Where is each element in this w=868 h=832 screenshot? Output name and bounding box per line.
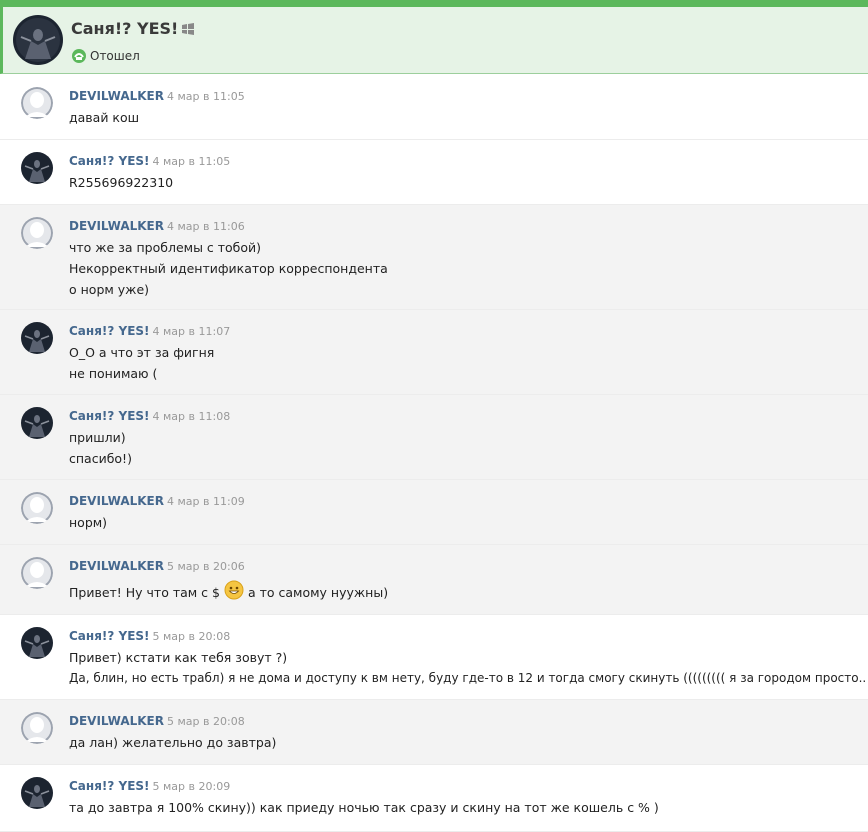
message-text: Некорректный идентификатор корреспондент… (69, 261, 388, 276)
message-author[interactable]: DEVILWALKER 4 мар в 11:05 (69, 89, 245, 103)
message-text: давай кош (69, 110, 140, 125)
message-time: 4 мар в 11:09 (167, 495, 245, 508)
chat-header: Саня!? YES! Отошел (0, 7, 868, 74)
message: Саня!? YES! 4 мар в 11:07 О_О а что эт за… (0, 310, 868, 395)
message: DEVILWALKER 4 мар в 11:06 что же за пробл… (0, 205, 868, 310)
message: Саня!? YES! 5 мар в 20:09 та до завтра я … (0, 765, 868, 832)
away-icon (71, 48, 87, 64)
message-text: о норм уже) (69, 282, 150, 297)
message-text: О_О а что эт за фигня (69, 345, 215, 360)
message-text: не понимаю ( (69, 366, 158, 381)
avatar[interactable] (21, 407, 53, 439)
message-author[interactable]: Саня!? YES! 5 мар в 20:08 (69, 629, 230, 643)
message-text: Привет) кстати как тебя зовут ?) (69, 650, 288, 665)
smile-emoji-icon (224, 580, 244, 600)
message-time: 5 мар в 20:06 (167, 560, 245, 573)
avatar[interactable] (13, 15, 63, 65)
message-author[interactable]: DEVILWALKER 4 мар в 11:06 (69, 219, 245, 233)
message-author[interactable]: Саня!? YES! 4 мар в 11:08 (69, 409, 230, 423)
message: DEVILWALKER 5 мар в 20:08 да лан) желател… (0, 700, 868, 765)
avatar[interactable] (21, 777, 53, 809)
message-time: 5 мар в 20:08 (167, 715, 245, 728)
message-author[interactable]: Саня!? YES! 4 мар в 11:07 (69, 324, 230, 338)
message-time: 4 мар в 11:05 (167, 90, 245, 103)
message-text: норм) (69, 515, 108, 530)
message-time: 4 мар в 11:07 (152, 325, 231, 338)
message-text: пришли) (69, 430, 126, 445)
message-time: 5 мар в 20:09 (152, 780, 231, 793)
message: Саня!? YES! 4 мар в 11:08 пришли) спасибо… (0, 395, 868, 480)
message-author[interactable]: Саня!? YES! 4 мар в 11:05 (69, 154, 230, 168)
message-author[interactable]: DEVILWALKER 5 мар в 20:08 (69, 714, 245, 728)
message-text: спасибо!) (69, 451, 132, 466)
message-author[interactable]: DEVILWALKER 5 мар в 20:06 (69, 559, 245, 573)
avatar[interactable] (21, 492, 53, 524)
message-text: что же за проблемы с тобой) (69, 240, 262, 255)
message-text: та до завтра я 100% скину)) как приеду н… (69, 800, 659, 815)
avatar[interactable] (21, 627, 53, 659)
message-text: Да, блин, но есть трабл) я не дома и дос… (69, 671, 867, 685)
message: DEVILWALKER 4 мар в 11:05 давай кош (0, 75, 868, 140)
message-time: 4 мар в 11:06 (167, 220, 245, 233)
top-accent-bar (0, 0, 868, 7)
message-text: Привет! Ну что там с $ а то самому нуужны… (69, 580, 388, 600)
windows-icon (181, 22, 195, 36)
message-text: да лан) желательно до завтра) (69, 735, 277, 750)
message: DEVILWALKER 4 мар в 11:09 норм) (0, 480, 868, 545)
avatar[interactable] (21, 712, 53, 744)
message-time: 4 мар в 11:08 (152, 410, 231, 423)
avatar[interactable] (21, 217, 53, 249)
status: Отошел (71, 48, 140, 64)
message-author[interactable]: DEVILWALKER 4 мар в 11:09 (69, 494, 245, 508)
message-list: DEVILWALKER 4 мар в 11:05 давай кош Саня!… (0, 75, 868, 832)
avatar[interactable] (21, 152, 53, 184)
avatar[interactable] (21, 322, 53, 354)
avatar[interactable] (21, 557, 53, 589)
message-time: 4 мар в 11:05 (152, 155, 231, 168)
avatar[interactable] (21, 87, 53, 119)
message: Саня!? YES! 4 мар в 11:05 R255696922310 (0, 140, 868, 205)
chat-title: Саня!? YES! (71, 19, 179, 38)
message-text: R255696922310 (69, 175, 174, 190)
message: DEVILWALKER 5 мар в 20:06 Привет! Ну что … (0, 545, 868, 615)
message-author[interactable]: Саня!? YES! 5 мар в 20:09 (69, 779, 230, 793)
message: Саня!? YES! 5 мар в 20:08 Привет) кстати … (0, 615, 868, 700)
status-text: Отошел (90, 49, 140, 63)
message-time: 5 мар в 20:08 (152, 630, 231, 643)
